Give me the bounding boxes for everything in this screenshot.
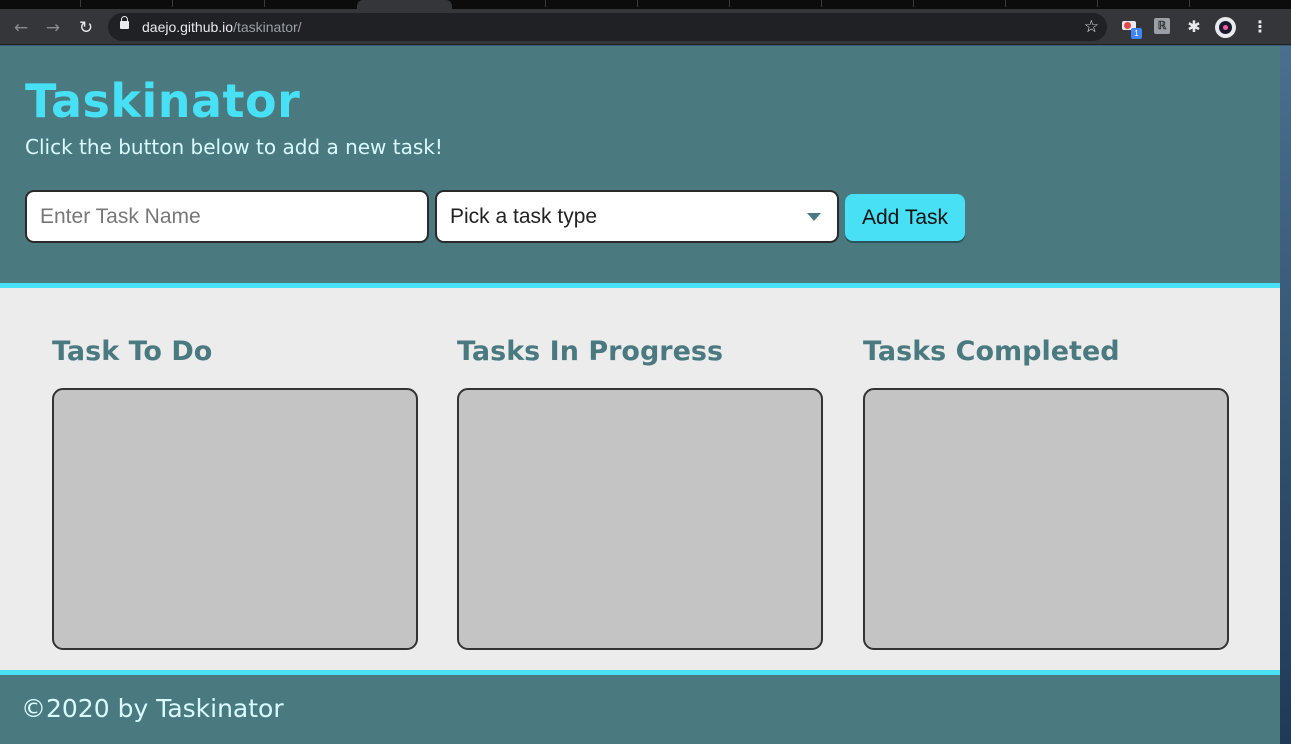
browser-toolbar: ← → ↻ daejo.github.io/taskinator/ ☆ 1 ℝ … xyxy=(0,9,1291,45)
column-task-to-do: Task To Do xyxy=(52,336,418,650)
tab-separator xyxy=(637,0,638,7)
task-type-select[interactable]: Pick a task type xyxy=(435,190,839,243)
tab-separator xyxy=(264,0,265,7)
url-host: daejo.github.io xyxy=(142,19,234,35)
column-title: Tasks In Progress xyxy=(457,336,724,367)
task-type-selected-value: Pick a task type xyxy=(450,205,598,228)
tab-separator xyxy=(172,0,173,7)
url-path: /taskinator/ xyxy=(233,19,302,35)
kebab-menu-icon[interactable]: ⋮ xyxy=(1252,17,1268,37)
star-icon[interactable]: ☆ xyxy=(1084,17,1099,37)
back-arrow-icon[interactable]: ← xyxy=(10,17,32,39)
column-title: Task To Do xyxy=(52,336,213,367)
tab-separator xyxy=(821,0,822,7)
app-header: Taskinator Click the button below to add… xyxy=(0,46,1280,288)
active-tab[interactable] xyxy=(357,0,452,9)
lock-icon[interactable] xyxy=(120,16,129,29)
tab-separator xyxy=(913,0,914,7)
url-text[interactable]: daejo.github.io/taskinator/ xyxy=(142,19,302,35)
page-subtitle: Click the button below to add a new task… xyxy=(25,135,443,159)
profile-avatar-icon[interactable] xyxy=(1215,17,1236,38)
extension-icon[interactable]: 1 xyxy=(1120,17,1142,39)
address-bar[interactable]: daejo.github.io/taskinator/ ☆ xyxy=(108,13,1107,41)
footer-copyright: ©2020 by Taskinator xyxy=(21,694,284,723)
tab-separator xyxy=(729,0,730,7)
column-tasks-in-progress: Tasks In Progress xyxy=(457,336,823,650)
extension-kanji-box: ℝ xyxy=(1154,18,1170,34)
app-footer: ©2020 by Taskinator xyxy=(0,670,1280,744)
page-content: Taskinator Click the button below to add… xyxy=(0,46,1280,744)
tab-separator xyxy=(545,0,546,7)
avatar-dot xyxy=(1223,25,1228,30)
reload-icon[interactable]: ↻ xyxy=(75,17,97,39)
page-title: Taskinator xyxy=(25,74,301,128)
tab-separator xyxy=(1097,0,1098,7)
tab-separator xyxy=(1005,0,1006,7)
column-title: Tasks Completed xyxy=(863,336,1120,367)
task-list-to-do[interactable] xyxy=(52,388,418,650)
puzzle-icon[interactable]: ✱ xyxy=(1184,17,1204,37)
extension-dot xyxy=(1124,22,1131,29)
task-name-input[interactable] xyxy=(25,190,429,243)
task-list-completed[interactable] xyxy=(863,388,1229,650)
extension-kanji-icon[interactable]: ℝ xyxy=(1153,17,1173,37)
task-list-in-progress[interactable] xyxy=(457,388,823,650)
column-tasks-completed: Tasks Completed xyxy=(863,336,1229,650)
extension-badge: 1 xyxy=(1131,28,1142,39)
forward-arrow-icon[interactable]: → xyxy=(42,17,64,39)
desktop-background xyxy=(1280,46,1291,744)
tab-separator xyxy=(1189,0,1190,7)
add-task-button[interactable]: Add Task xyxy=(845,194,965,241)
browser-tab-strip xyxy=(0,0,1291,9)
tab-separator xyxy=(80,0,81,7)
chevron-down-icon xyxy=(807,213,821,221)
